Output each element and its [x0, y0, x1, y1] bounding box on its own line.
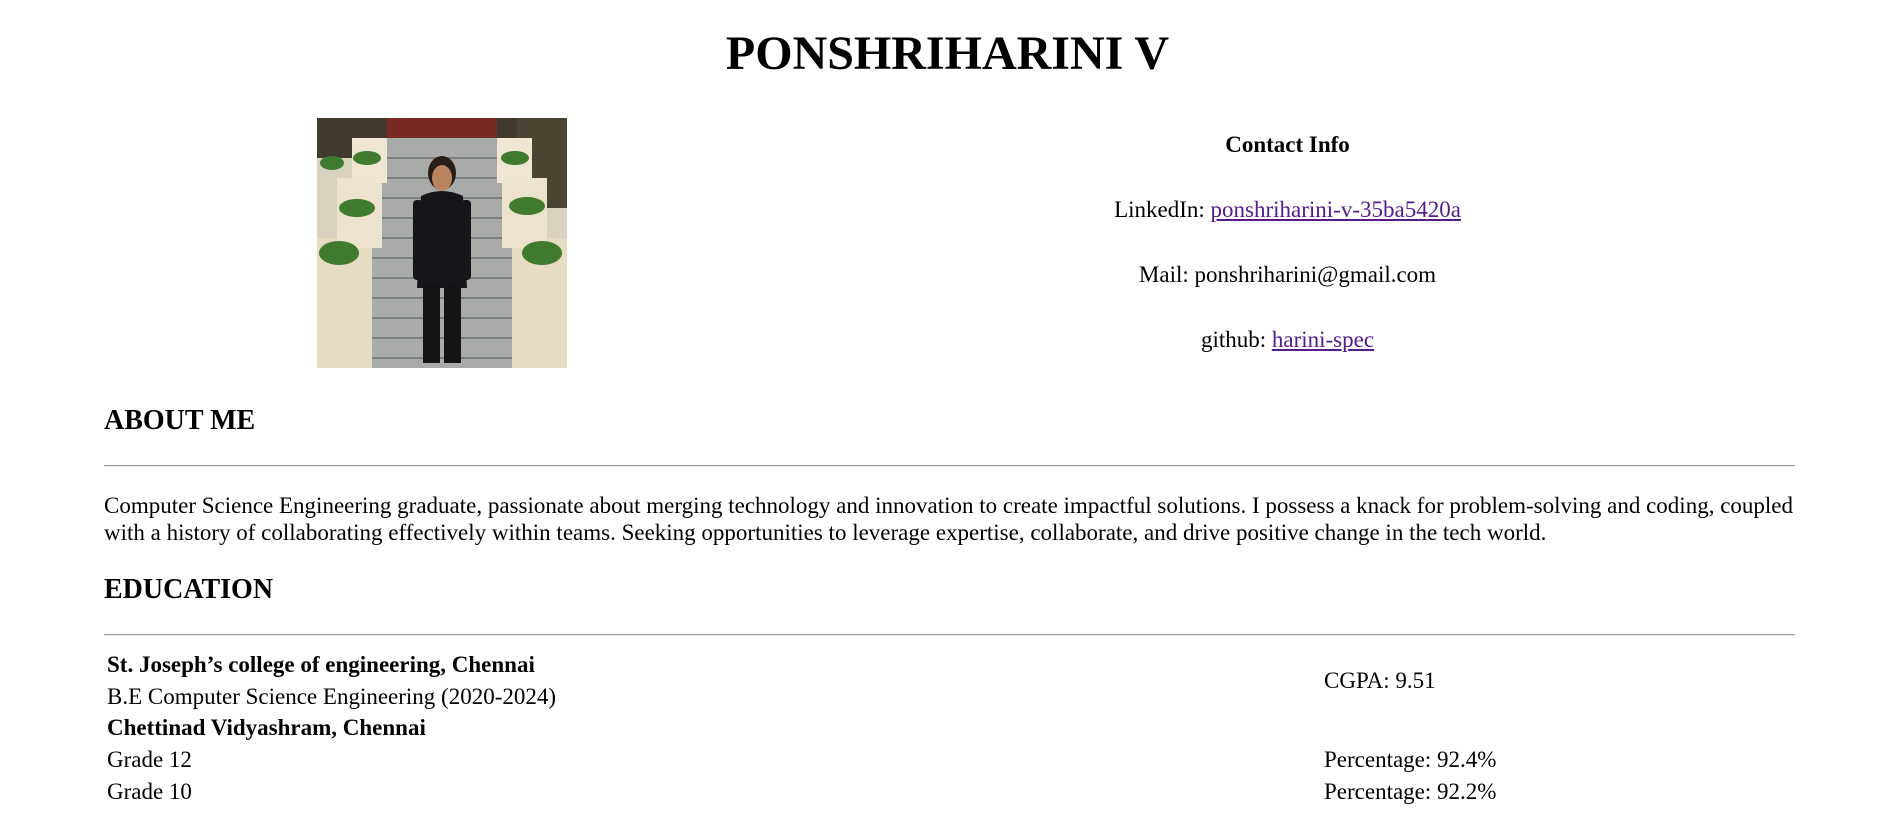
education-grade10-score: Percentage: 92.2%	[1324, 779, 1497, 804]
mail-value: ponshriharini@gmail.com	[1194, 262, 1437, 287]
github-row: github: harini-spec	[1000, 325, 1575, 355]
about-text: Computer Science Engineering graduate, p…	[104, 493, 1794, 545]
mail-row: Mail: ponshriharini@gmail.com	[1000, 260, 1575, 290]
education-score-college: CGPA: 9.51	[1324, 668, 1436, 693]
education-grade12: Grade 12	[107, 747, 192, 772]
linkedin-link[interactable]: ponshriharini-v-35ba5420a	[1211, 197, 1461, 222]
github-link[interactable]: harini-spec	[1272, 327, 1374, 352]
about-divider	[104, 465, 1795, 467]
github-label: github:	[1200, 327, 1267, 352]
mail-label: Mail:	[1138, 262, 1189, 287]
about-heading: ABOUT ME	[104, 405, 256, 436]
education-institution-school: Chettinad Vidyashram, Chennai	[107, 715, 426, 740]
education-grade10: Grade 10	[107, 779, 192, 804]
linkedin-label: LinkedIn:	[1114, 197, 1205, 222]
profile-photo	[317, 118, 567, 368]
education-heading: EDUCATION	[104, 574, 274, 605]
contact-info-title: Contact Info	[1225, 132, 1350, 157]
education-degree-college: B.E Computer Science Engineering (2020-2…	[107, 684, 557, 709]
linkedin-row: LinkedIn: ponshriharini-v-35ba5420a	[1000, 195, 1575, 225]
page-title: PONSHRIHARINI V	[725, 27, 1170, 80]
education-grade12-score: Percentage: 92.4%	[1324, 747, 1497, 772]
education-institution-college: St. Joseph’s college of engineering, Che…	[107, 652, 535, 677]
education-divider	[104, 634, 1795, 636]
